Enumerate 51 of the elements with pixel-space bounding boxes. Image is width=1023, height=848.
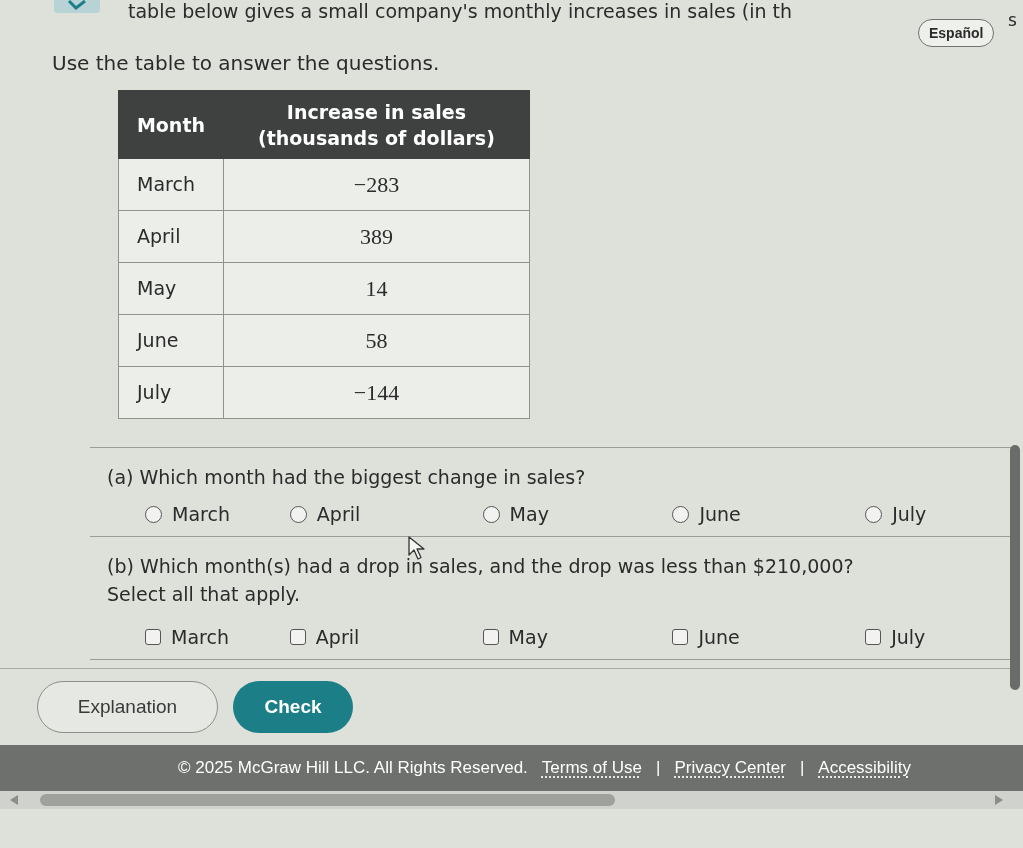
option-label[interactable]: April [316,502,361,526]
radio-button[interactable] [672,505,690,523]
copyright-text: © 2025 McGraw Hill LLC. All Rights Reserved. [178,757,528,780]
column-header: Increase in sales (thousands of dollars) [223,90,530,159]
chevron-icon[interactable] [54,0,100,13]
instruction-text: Use the table to answer the questions. [52,50,441,76]
month-cell: April [118,210,224,263]
option-label[interactable]: June [699,502,741,526]
radio-button[interactable] [289,505,307,523]
month-cell: July [118,366,224,419]
month-cell: May [118,262,224,315]
checkbox[interactable] [865,629,882,645]
month-cell: March [118,158,224,211]
footer-link[interactable]: Accessibility [818,755,911,781]
option-label[interactable]: July [892,502,927,526]
option-label[interactable]: May [508,625,548,649]
footer-link[interactable]: Privacy Center [674,755,786,781]
value-cell: 389 [223,210,530,263]
question-instruction: Select all that apply. [106,582,302,607]
explanation-button[interactable]: Explanation [37,681,218,733]
option-label[interactable]: May [509,502,549,526]
radio-button[interactable] [482,505,500,523]
column-header: Month [118,90,224,159]
check-button[interactable]: Check [233,681,353,733]
value-cell: −283 [223,158,530,211]
question-prompt: (b) Which month(s) had a drop in sales, and the drop was less than $210,000? [106,554,855,579]
month-cell: June [118,314,224,367]
language-button[interactable]: Español [918,19,995,47]
option-label[interactable]: March [172,502,230,526]
horizontal-scrollbar[interactable] [0,791,1023,809]
value-cell: −144 [223,366,530,419]
question-prompt: (a) Which month had the biggest change in sales? [106,465,587,490]
radio-button[interactable] [145,505,162,523]
option-label[interactable]: March [171,625,229,649]
value-cell: 14 [223,262,530,315]
scrollbar-thumb[interactable] [40,794,615,806]
footer-link[interactable]: Terms of Use [541,755,642,781]
intro-text: table below gives a small company's monthly increases in sales (in th [128,0,792,22]
intro-text-end: s [1008,10,1017,30]
checkbox[interactable] [145,629,161,645]
vertical-scrollbar-thumb[interactable] [1010,445,1020,690]
checkbox[interactable] [672,629,689,645]
checkbox[interactable] [289,629,306,645]
option-label[interactable]: June [698,625,740,649]
option-label[interactable]: July [891,625,926,649]
checkbox[interactable] [482,629,499,645]
link-separator: | [655,757,661,780]
link-separator: | [799,757,805,780]
value-cell: 58 [223,314,530,367]
option-label[interactable]: April [315,625,360,649]
radio-button[interactable] [865,505,883,523]
